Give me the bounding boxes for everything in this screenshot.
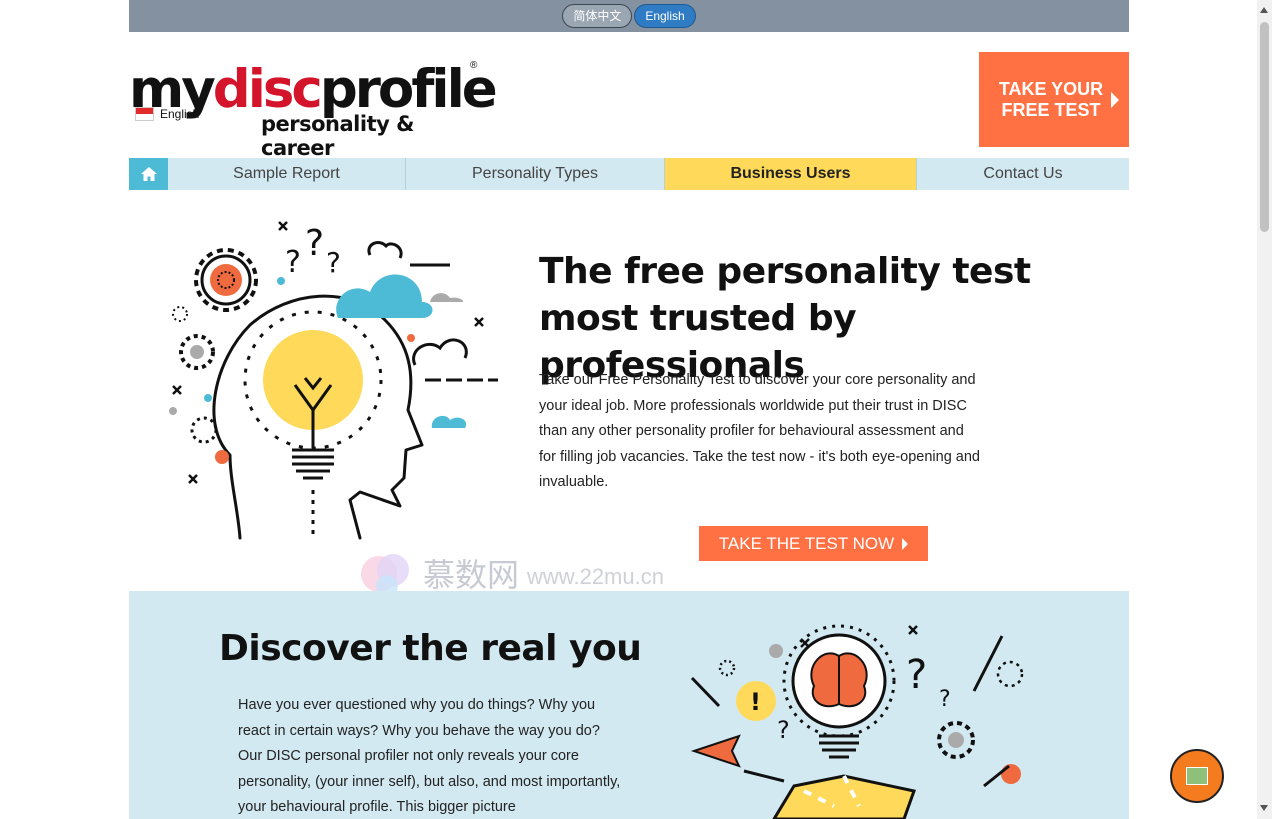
svg-text:?: ? — [906, 652, 927, 698]
language-bar: 简体中文 English — [129, 0, 1129, 32]
svg-text:?: ? — [285, 245, 301, 280]
watermark-cn-text: 慕数网 — [423, 557, 520, 593]
page: 简体中文 English mydiscprofile ® personality… — [0, 0, 1272, 819]
watermark-url: www.22mu.cn — [527, 564, 664, 589]
scroll-thumb[interactable] — [1260, 22, 1269, 232]
svg-text:?: ? — [326, 246, 341, 279]
nav-contact-us[interactable]: Contact Us — [917, 158, 1129, 190]
arrow-right-icon — [1111, 91, 1119, 108]
scroll-up-icon[interactable] — [1260, 7, 1268, 13]
main-nav: Sample Report Personality Types Business… — [129, 158, 1129, 190]
language-selector[interactable]: English — [135, 107, 199, 121]
svg-text:!: ! — [750, 688, 761, 716]
home-icon — [140, 167, 157, 181]
hero-description: Take our Free Personality Test to discov… — [539, 372, 980, 490]
head-lightbulb-illustration: ? ? ? — [169, 221, 498, 540]
nav-business-users[interactable]: Business Users — [665, 158, 917, 190]
home-button[interactable] — [129, 158, 168, 190]
language-label: English — [160, 107, 200, 121]
take-test-now-button[interactable]: TAKE THE TEST NOW — [699, 526, 928, 561]
svg-text:?: ? — [305, 223, 324, 264]
svg-text:?: ? — [939, 687, 951, 712]
logo-registered-mark: ® — [470, 60, 478, 71]
logo-tagline: personality & career — [261, 112, 414, 160]
flag-icon — [135, 107, 154, 121]
svg-text:?: ? — [777, 716, 790, 744]
discover-section: Discover the real you Have you ever ques… — [129, 591, 1129, 819]
discover-title: Discover the real you — [219, 628, 642, 669]
nav-sample-report[interactable]: Sample Report — [168, 158, 406, 190]
arrow-right-icon — [902, 537, 909, 550]
lang-english-button[interactable]: English — [634, 4, 696, 28]
free-test-label: TAKE YOUR FREE TEST — [998, 78, 1104, 120]
lang-chinese-button[interactable]: 简体中文 — [562, 4, 633, 28]
scroll-down-icon[interactable] — [1260, 805, 1268, 811]
logo[interactable]: mydiscprofile ® personality & career — [129, 60, 498, 161]
take-free-test-button[interactable]: TAKE YOUR FREE TEST — [979, 52, 1129, 147]
nav-personality-types[interactable]: Personality Types — [406, 158, 665, 190]
cta-label: TAKE THE TEST NOW — [718, 533, 895, 553]
scrollbar[interactable] — [1257, 0, 1272, 819]
discover-description: Have you ever questioned why you do thin… — [238, 697, 621, 815]
chat-button[interactable] — [1170, 749, 1224, 803]
chat-icon — [1186, 767, 1208, 785]
brain-lightbulb-box-illustration: ! ? ? ? — [690, 624, 1024, 819]
